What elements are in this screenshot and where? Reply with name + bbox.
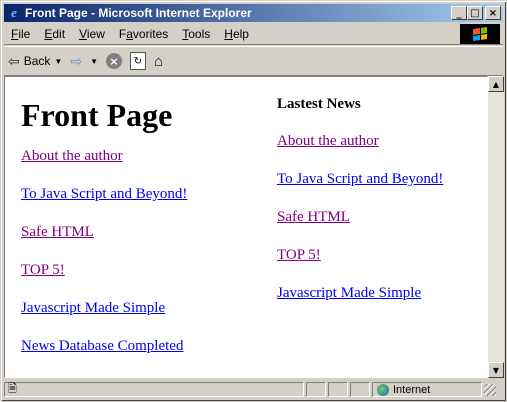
news-link-about-author[interactable]: About the author bbox=[277, 133, 477, 150]
page-status-icon: 🗎 bbox=[8, 383, 17, 395]
link-top-5[interactable]: TOP 5! bbox=[21, 262, 261, 279]
back-dropdown-icon[interactable]: ▼ bbox=[54, 57, 62, 66]
forward-arrow-icon: ⇨ bbox=[70, 52, 83, 69]
left-column: Front Page About the author To Java Scri… bbox=[21, 77, 261, 376]
maximize-button[interactable]: □ bbox=[467, 6, 483, 20]
stop-icon: × bbox=[106, 53, 122, 69]
security-zone-label: Internet bbox=[393, 383, 431, 396]
back-button[interactable]: ⇦ Back ▼ bbox=[4, 50, 66, 72]
link-java-script-beyond[interactable]: To Java Script and Beyond! bbox=[21, 186, 261, 203]
news-link-java-script-beyond[interactable]: To Java Script and Beyond! bbox=[277, 171, 477, 188]
close-button[interactable]: × bbox=[485, 6, 501, 20]
internet-explorer-icon: e bbox=[11, 5, 17, 20]
link-about-author[interactable]: About the author bbox=[21, 148, 261, 165]
menu-edit[interactable]: Edit bbox=[37, 27, 72, 41]
menu-bar: File Edit View Favorites Tools Help bbox=[4, 24, 503, 45]
news-link-top-5[interactable]: TOP 5! bbox=[277, 247, 477, 264]
home-icon: ⌂ bbox=[154, 52, 164, 70]
page-title: Front Page bbox=[21, 97, 173, 133]
refresh-icon: ↻ bbox=[130, 52, 146, 70]
link-safe-html[interactable]: Safe HTML bbox=[21, 224, 261, 241]
link-javascript-made-simple[interactable]: Javascript Made Simple bbox=[21, 300, 261, 317]
news-link-safe-html[interactable]: Safe HTML bbox=[277, 209, 477, 226]
title-bar[interactable]: e Front Page - Microsoft Internet Explor… bbox=[4, 4, 503, 22]
scroll-up-button[interactable]: ▲ bbox=[488, 76, 504, 92]
menu-view[interactable]: View bbox=[72, 27, 112, 41]
window-title: Front Page - Microsoft Internet Explorer bbox=[25, 6, 252, 20]
forward-dropdown-icon[interactable]: ▼ bbox=[90, 57, 98, 66]
vertical-scrollbar[interactable]: ▲ ▼ bbox=[488, 76, 504, 378]
menu-help[interactable]: Help bbox=[217, 27, 256, 41]
page-content: Front Page About the author To Java Scri… bbox=[4, 76, 488, 378]
news-column: Lastest News About the author To Java Sc… bbox=[277, 77, 477, 323]
status-panel-lock bbox=[350, 382, 370, 397]
link-news-database-completed[interactable]: News Database Completed bbox=[21, 338, 261, 355]
stop-button[interactable]: × bbox=[102, 50, 126, 72]
minimize-button[interactable]: _ bbox=[451, 6, 467, 20]
home-button[interactable]: ⌂ bbox=[150, 50, 171, 72]
browser-window: e Front Page - Microsoft Internet Explor… bbox=[0, 0, 507, 402]
resize-grip[interactable] bbox=[484, 383, 496, 396]
news-heading: Lastest News bbox=[277, 96, 361, 112]
menu-file[interactable]: File bbox=[4, 27, 37, 41]
forward-button[interactable]: ⇨ ▼ bbox=[66, 50, 102, 72]
security-zone-panel: Internet bbox=[372, 382, 482, 397]
status-panel-progress bbox=[306, 382, 326, 397]
scroll-down-button[interactable]: ▼ bbox=[488, 362, 504, 378]
toolbar: ⇦ Back ▼ ⇨ ▼ × ↻ ⌂ bbox=[4, 46, 503, 76]
back-label: Back bbox=[23, 54, 51, 68]
status-bar: 🗎 Internet bbox=[4, 380, 503, 399]
news-link-javascript-made-simple[interactable]: Javascript Made Simple bbox=[277, 285, 477, 302]
refresh-button[interactable]: ↻ bbox=[126, 50, 150, 72]
windows-logo bbox=[460, 24, 500, 44]
menu-tools[interactable]: Tools bbox=[175, 27, 217, 41]
status-text-panel: 🗎 bbox=[4, 382, 304, 397]
menu-favorites[interactable]: Favorites bbox=[112, 27, 175, 41]
status-panel-blank bbox=[328, 382, 348, 397]
back-arrow-icon: ⇦ bbox=[8, 52, 20, 69]
globe-icon bbox=[377, 383, 389, 396]
